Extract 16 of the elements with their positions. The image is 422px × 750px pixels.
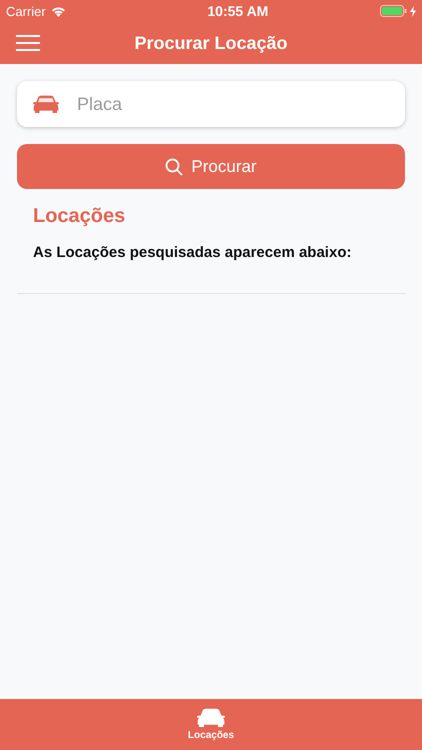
nav-title: Procurar Locação [134,32,288,54]
plate-search-field[interactable]: Placa [17,81,405,127]
status-time: 10:55 AM [207,3,268,19]
plate-field[interactable]: Placa [75,92,389,116]
charging-icon [410,6,416,16]
section-title: Locações [33,205,126,228]
search-icon [165,158,184,176]
battery-icon [380,5,407,17]
search-button[interactable]: Procurar [17,144,405,189]
tab-bar-item[interactable]: Locações [180,699,242,750]
section-subtitle: As Locações pesquisadas aparecem abaixo: [33,244,352,261]
menu-button[interactable] [16,34,40,52]
car-icon [33,94,59,114]
carrier-label: Carrier [6,4,46,18]
car-icon [196,708,225,728]
wifi-icon [50,6,66,16]
